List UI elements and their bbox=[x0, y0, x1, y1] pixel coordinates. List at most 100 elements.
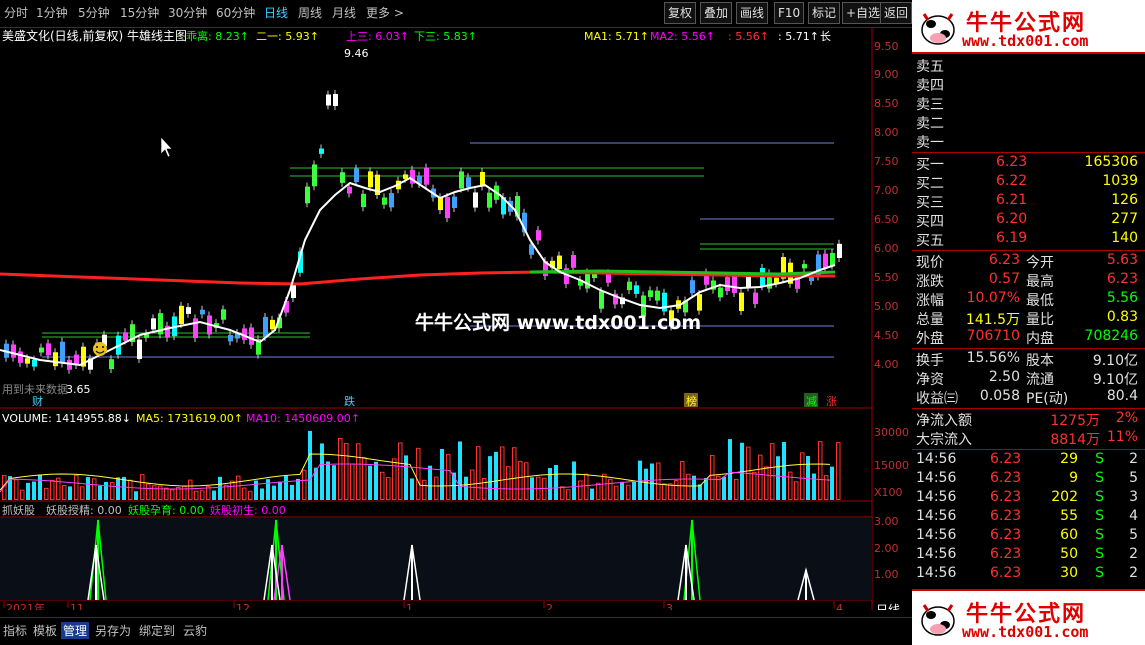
indicator-label: MA1: 5.71↑ bbox=[584, 30, 649, 43]
event-marker[interactable]: 榜 bbox=[686, 394, 697, 408]
add-watchlist-button[interactable]: +自选 bbox=[842, 2, 885, 24]
info-value: 80.4 bbox=[1106, 388, 1138, 404]
tab-bind-to[interactable]: 绑定到 bbox=[139, 622, 175, 639]
indicator-label: 下三: 5.83↑ bbox=[414, 30, 477, 43]
subpanel-indicator-label: 妖股孕育: 0.00 bbox=[128, 503, 204, 517]
tab-30min[interactable]: 30分钟 bbox=[168, 4, 207, 21]
tab-5min[interactable]: 5分钟 bbox=[78, 4, 110, 21]
tab-indicator[interactable]: 指标 bbox=[3, 622, 27, 639]
tab-1min[interactable]: 1分钟 bbox=[36, 4, 68, 21]
stat-label: 外盘 bbox=[916, 331, 944, 347]
tab-weekly[interactable]: 周线 bbox=[298, 4, 322, 21]
info-label: 净资 bbox=[916, 372, 944, 388]
sell-level-label: 卖二 bbox=[916, 116, 944, 132]
indicator-label: : 5.56↑ bbox=[728, 30, 769, 43]
buy-level-label: 买二 bbox=[916, 176, 944, 192]
info-label: 换手 bbox=[916, 353, 944, 369]
tick-price: 6.23 bbox=[990, 546, 1022, 562]
date-tick-label: 2 bbox=[546, 602, 553, 610]
mark-button[interactable]: 标记 bbox=[808, 2, 841, 24]
tab-save-as[interactable]: 另存为 bbox=[95, 622, 131, 639]
volume-tick-label: 30000 bbox=[874, 426, 909, 439]
event-marker[interactable]: 跌 bbox=[344, 394, 355, 408]
cow-logo-icon bbox=[921, 13, 955, 45]
event-marker[interactable]: 涨 bbox=[826, 395, 837, 408]
buy-row: 买二 6.22 1039 bbox=[914, 173, 1140, 192]
tick-volume: 30 bbox=[1060, 565, 1078, 581]
site-logo-bottom: 牛牛公式网 www.tdx001.com bbox=[912, 589, 1145, 645]
stat-value: 6.23 bbox=[1106, 271, 1138, 287]
tab-fenshi[interactable]: 分时 bbox=[4, 4, 28, 21]
sell-row: 卖四 bbox=[914, 75, 1140, 94]
tick-side: S bbox=[1095, 489, 1104, 505]
sell-row: 卖三 bbox=[914, 94, 1140, 113]
flow-pct: 11% bbox=[1106, 429, 1138, 445]
info-row: 换手 15.56% 股本 9.10亿 bbox=[914, 350, 1140, 369]
sell-level-label: 卖四 bbox=[916, 78, 944, 94]
stat-value: 708246 bbox=[1084, 328, 1138, 344]
subpanel-tick-label: 3.00 bbox=[874, 515, 899, 528]
buy-row: 买五 6.19 140 bbox=[914, 230, 1140, 249]
event-marker[interactable]: 财 bbox=[32, 394, 43, 408]
back-button[interactable]: 返回 bbox=[880, 2, 913, 24]
tick-time: 14:56 bbox=[916, 451, 957, 467]
buy-price: 6.20 bbox=[996, 211, 1028, 227]
tick-row: 14:56 6.23 30 S 2 bbox=[914, 565, 1140, 584]
tab-manage[interactable]: 管理 bbox=[61, 622, 90, 639]
event-marker[interactable]: 减 bbox=[806, 395, 817, 408]
fuquan-button[interactable]: 复权 bbox=[664, 2, 697, 24]
volume-indicator-label: VOLUME: 1414955.88↓ bbox=[2, 412, 131, 425]
buy-level-label: 买五 bbox=[916, 233, 944, 249]
stat-label: 量比 bbox=[1026, 312, 1054, 328]
f10-button[interactable]: F10 bbox=[774, 2, 805, 24]
buy-price: 6.21 bbox=[996, 192, 1028, 208]
stat-label: 内盘 bbox=[1026, 331, 1054, 347]
volume-tick-label: X100 bbox=[874, 486, 903, 499]
info-row: 净资 2.50 流通 9.10亿 bbox=[914, 369, 1140, 388]
date-tick-label: 2021年 bbox=[6, 601, 45, 610]
subpanel-indicator-label: 妖股初生: 0.00 bbox=[210, 503, 286, 517]
stat-row: 总量 141.5万 量比 0.83 bbox=[914, 309, 1140, 328]
tick-row: 14:56 6.23 9 S 5 bbox=[914, 470, 1140, 489]
indicator-label: 乖离: 8.23↑ bbox=[186, 29, 249, 43]
info-row: 收益㈢ 0.058 PE(动) 80.4 bbox=[914, 388, 1140, 407]
low-price-label: 3.65 bbox=[66, 383, 91, 396]
tick-count: 3 bbox=[1129, 489, 1138, 505]
subpanel-tick-label: 2.00 bbox=[874, 542, 899, 555]
price-tick-label: 8.00 bbox=[874, 126, 899, 139]
tab-more[interactable]: 更多 > bbox=[366, 4, 404, 21]
info-value: 0.058 bbox=[979, 388, 1020, 404]
tab-yunbao[interactable]: 云豹 bbox=[183, 622, 207, 639]
overlay-button[interactable]: 叠加 bbox=[700, 2, 733, 24]
stat-label: 最低 bbox=[1026, 293, 1054, 309]
tab-daily[interactable]: 日线 bbox=[264, 4, 288, 21]
flow-value: 1275万 bbox=[1050, 413, 1100, 429]
stat-label: 现价 bbox=[916, 255, 944, 271]
info-label: 流通 bbox=[1026, 372, 1054, 388]
stat-value: 5.56 bbox=[1106, 290, 1138, 306]
tick-volume: 50 bbox=[1060, 546, 1078, 562]
tab-60min[interactable]: 60分钟 bbox=[216, 4, 255, 21]
site-logo: 牛牛公式网 www.tdx001.com bbox=[912, 0, 1145, 54]
info-value: 9.10亿 bbox=[1092, 372, 1138, 388]
indicator-label: 长 bbox=[820, 30, 831, 43]
date-tick-label: 3 bbox=[666, 602, 673, 610]
indicator-label: 上三: 6.03↑ bbox=[346, 30, 409, 43]
price-tick-label: 9.50 bbox=[874, 40, 899, 53]
tab-template[interactable]: 模板 bbox=[33, 622, 57, 639]
flow-label: 净流入额 bbox=[916, 413, 972, 429]
tick-time: 14:56 bbox=[916, 489, 957, 505]
indicator-label: 二一: 5.93↑ bbox=[256, 30, 319, 43]
info-label: 股本 bbox=[1026, 353, 1054, 369]
period-toolbar: 分时 1分钟 5分钟 15分钟 30分钟 60分钟 日线 周线 月线 更多 > … bbox=[0, 0, 913, 28]
bottom-toolbar: 指标 模板 管理 另存为 绑定到 云豹 bbox=[0, 617, 912, 644]
tab-15min[interactable]: 15分钟 bbox=[120, 4, 159, 21]
tick-volume: 202 bbox=[1051, 489, 1078, 505]
price-tick-label: 4.50 bbox=[874, 329, 899, 342]
tab-monthly[interactable]: 月线 bbox=[332, 4, 356, 21]
stat-value: 6.23 bbox=[988, 252, 1020, 268]
buy-volume: 277 bbox=[1111, 211, 1138, 227]
draw-line-button[interactable]: 画线 bbox=[736, 2, 769, 24]
price-tick-label: 7.50 bbox=[874, 155, 899, 168]
stat-label: 今开 bbox=[1026, 255, 1054, 271]
